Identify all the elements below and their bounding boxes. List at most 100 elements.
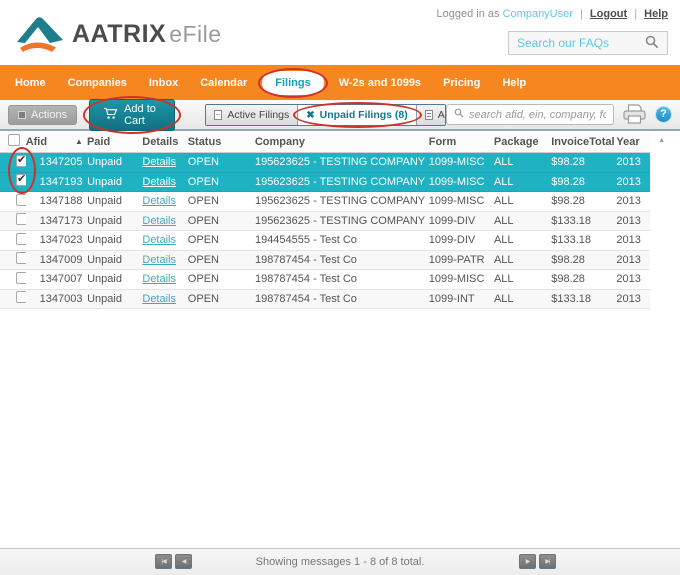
cell-company: 195623625 - TESTING COMPANY (254, 175, 426, 188)
grid-search-input[interactable] (469, 108, 606, 121)
cell-status: OPEN (187, 234, 219, 247)
nav-item-label: Help (502, 76, 527, 89)
add-to-cart-button[interactable]: Add to Cart (89, 98, 176, 131)
filings-filter-button[interactable]: Unpaid Filings (8) (298, 104, 417, 125)
filter-button-label: Unpaid Filings (8) (319, 108, 408, 121)
row-checkbox[interactable] (16, 232, 26, 245)
cell-afid: 1347205 (39, 156, 83, 169)
cell-form: 1099-INT (428, 292, 475, 305)
faq-search-input[interactable] (517, 36, 637, 50)
filter-button-label: Active Filings (227, 108, 290, 121)
cell-invoicetotal: $133.18 (551, 292, 591, 305)
nav-item-label: Inbox (148, 76, 179, 89)
column-header-package[interactable]: Package (494, 136, 551, 148)
table-row[interactable]: 1347007 Unpaid Details OPEN 198787454 - … (0, 270, 650, 290)
cell-afid: 1347193 (39, 175, 83, 188)
cell-package: ALL (493, 234, 514, 247)
row-checkbox[interactable] (16, 271, 26, 284)
box-icon (18, 110, 26, 119)
filings-filter-group: Active Filings Unpaid Filings (8) Archiv… (205, 103, 446, 126)
actions-button[interactable]: Actions (8, 104, 78, 125)
aatrix-efile-page: AATRIX eFile Logged in as CompanyUser | … (0, 0, 680, 575)
nav-item[interactable]: Pricing (432, 77, 491, 89)
table-row[interactable]: 1347023 Unpaid Details OPEN 194454555 - … (0, 231, 650, 251)
details-link[interactable]: Details (142, 195, 176, 207)
cell-form: 1099-MISC (428, 273, 485, 286)
select-all-checkbox[interactable] (8, 134, 20, 146)
logout-link[interactable]: Logout (590, 8, 627, 20)
cell-company: 194454555 - Test Co (254, 234, 357, 247)
row-checkbox[interactable] (16, 291, 26, 304)
nav-item[interactable]: Calendar (189, 77, 258, 89)
row-checkbox[interactable] (16, 213, 26, 226)
login-status: Logged in as CompanyUser | Logout | Help (436, 8, 668, 20)
nav-item[interactable]: W-2s and 1099s (328, 77, 432, 89)
details-link[interactable]: Details (142, 234, 176, 246)
column-header-afid[interactable]: Afid ▲ (26, 136, 87, 148)
row-checkbox[interactable] (16, 174, 26, 187)
cell-company: 198787454 - Test Co (254, 253, 357, 266)
details-link[interactable]: Details (142, 176, 176, 188)
column-header-status[interactable]: Status (188, 136, 255, 148)
add-to-cart-label: Add to Cart (124, 102, 156, 127)
search-icon[interactable] (645, 35, 659, 52)
cell-afid: 1347003 (39, 292, 83, 305)
printer-icon[interactable] (622, 103, 647, 127)
nav-item-label: W-2s and 1099s (338, 76, 422, 89)
help-link[interactable]: Help (644, 8, 668, 20)
nav-item[interactable]: Filings (258, 70, 327, 95)
table-row[interactable]: 1347193 Unpaid Details OPEN 195623625 - … (0, 172, 650, 192)
product-name: eFile (169, 21, 222, 47)
column-header-form[interactable]: Form (429, 136, 494, 148)
row-checkbox[interactable] (16, 252, 26, 265)
nav-item[interactable]: Home (4, 77, 57, 89)
details-link[interactable]: Details (142, 254, 176, 266)
cell-status: OPEN (187, 253, 219, 266)
row-checkbox[interactable] (16, 154, 26, 167)
table-row[interactable]: 1347188 Unpaid Details OPEN 195623625 - … (0, 192, 650, 212)
nav-item[interactable]: Companies (57, 77, 138, 89)
details-link[interactable]: Details (142, 215, 176, 227)
details-link[interactable]: Details (142, 293, 176, 305)
nav-item[interactable]: Help (491, 77, 537, 89)
row-checkbox[interactable] (16, 193, 26, 206)
scroll-up-icon[interactable]: ▲ (658, 137, 665, 144)
table-row[interactable]: 1347173 Unpaid Details OPEN 195623625 - … (0, 211, 650, 231)
table-row[interactable]: 1347009 Unpaid Details OPEN 198787454 - … (0, 250, 650, 270)
column-header-paid[interactable]: Paid (87, 136, 142, 148)
cell-invoicetotal: $133.18 (551, 234, 591, 247)
pagination-footer: |◀ ◀ Showing messages 1 - 8 of 8 total. … (0, 548, 680, 575)
next-page-button[interactable]: ▶ (519, 554, 536, 569)
column-header-year[interactable]: Year (616, 136, 650, 148)
top-header: AATRIX eFile Logged in as CompanyUser | … (0, 0, 680, 65)
table-row[interactable]: 1347205 Unpaid Details OPEN 195623625 - … (0, 153, 650, 173)
logged-in-prefix: Logged in as (436, 8, 500, 20)
cell-afid: 1347188 (39, 195, 83, 208)
cell-paid: Unpaid (87, 234, 122, 247)
grid-search-box[interactable] (446, 104, 614, 125)
aatrix-logo[interactable]: AATRIX eFile (14, 12, 222, 57)
last-page-button[interactable]: ▶| (539, 554, 556, 569)
cell-form: 1099-PATR (428, 253, 485, 266)
column-header-details[interactable]: Details (142, 136, 187, 148)
faq-search-box[interactable] (508, 31, 668, 55)
x-icon (306, 109, 314, 121)
archive-icon (424, 109, 433, 120)
cell-year: 2013 (616, 253, 641, 266)
filings-toolbar: Actions Add to Cart Active Filings ✖ Unp… (0, 98, 680, 131)
help-icon[interactable]: ? (655, 106, 672, 123)
filings-filter-button[interactable]: Active Filings (206, 104, 299, 125)
column-header-company[interactable]: Company (255, 136, 429, 148)
nav-item[interactable]: Inbox (138, 77, 189, 89)
cell-status: OPEN (187, 214, 219, 227)
search-icon (454, 108, 464, 121)
filings-filter-button[interactable]: Archived Filings (416, 104, 446, 125)
cell-company: 195623625 - TESTING COMPANY (254, 214, 426, 227)
cell-package: ALL (493, 156, 514, 169)
cell-year: 2013 (616, 175, 641, 188)
table-row[interactable]: 1347003 Unpaid Details OPEN 198787454 - … (0, 289, 650, 309)
column-header-invoicetotal[interactable]: InvoiceTotal (551, 136, 616, 148)
details-link[interactable]: Details (142, 273, 176, 285)
details-link[interactable]: Details (142, 156, 176, 168)
cell-invoicetotal: $98.28 (551, 195, 585, 208)
